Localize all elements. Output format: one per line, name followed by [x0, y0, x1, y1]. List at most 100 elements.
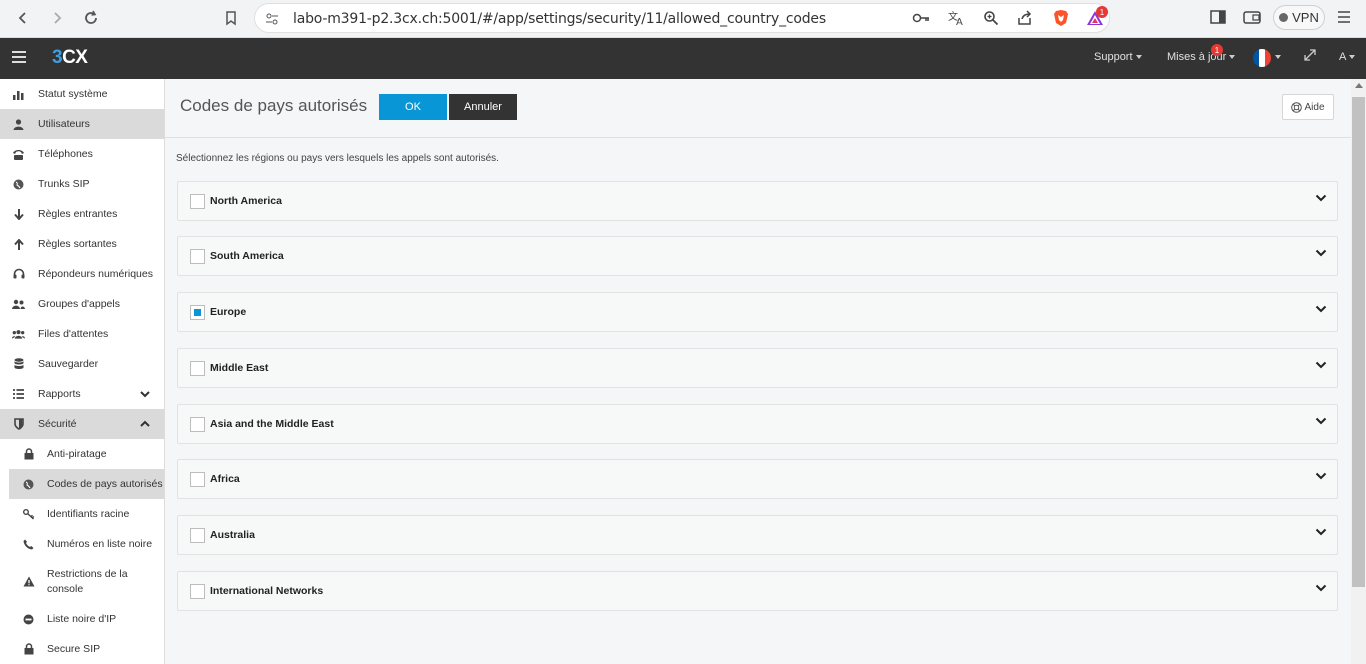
wallet-icon[interactable]: [1242, 7, 1262, 27]
sidebar-item-outbound-rules[interactable]: Règles sortantes: [0, 229, 164, 259]
french-flag-icon[interactable]: [1253, 49, 1271, 67]
arrow-down-icon: [12, 208, 25, 221]
help-label: Aide: [1304, 101, 1325, 113]
region-checkbox[interactable]: [190, 194, 205, 209]
translate-icon[interactable]: 文A: [947, 8, 967, 28]
site-settings-icon[interactable]: [265, 12, 279, 29]
region-asia-middle-east[interactable]: Asia and the Middle East: [177, 404, 1338, 444]
sidebar-item-queues[interactable]: Files d'attentes: [0, 319, 164, 349]
help-button[interactable]: Aide: [1282, 94, 1334, 120]
region-australia[interactable]: Australia: [177, 515, 1338, 555]
cancel-button[interactable]: Annuler: [449, 94, 517, 120]
chevron-down-icon: [140, 391, 150, 398]
ok-button[interactable]: OK: [379, 94, 447, 120]
region-international-networks[interactable]: International Networks: [177, 571, 1338, 611]
chevron-down-icon: [1229, 55, 1236, 60]
headset-icon: [12, 268, 25, 281]
svg-text:A: A: [956, 17, 963, 26]
chevron-down-icon: [1275, 55, 1281, 60]
region-europe[interactable]: Europe: [177, 292, 1338, 332]
user-menu[interactable]: A: [1339, 51, 1356, 63]
region-middle-east[interactable]: Middle East: [177, 348, 1338, 388]
scroll-up-icon[interactable]: [1355, 83, 1363, 88]
sidebar-item-reports[interactable]: Rapports: [0, 379, 164, 409]
region-checkbox[interactable]: [190, 584, 205, 599]
chevron-down-icon[interactable]: [1315, 304, 1327, 314]
updates-menu[interactable]: Mises à jour: [1167, 51, 1236, 63]
updates-badge: 1: [1211, 44, 1223, 56]
browser-menu-icon[interactable]: [1334, 7, 1354, 27]
address-bar[interactable]: labo-m391-p2.3cx.ch:5001/#/app/settings/…: [254, 3, 1110, 33]
user-icon: [12, 118, 25, 131]
chevron-down-icon[interactable]: [1315, 471, 1327, 481]
chevron-down-icon[interactable]: [1315, 193, 1327, 203]
region-checkbox[interactable]: [190, 472, 205, 487]
region-checkbox[interactable]: [190, 305, 205, 320]
bar-chart-icon: [12, 88, 25, 101]
lock-icon: [22, 643, 35, 656]
sidebar-item-users[interactable]: Utilisateurs: [0, 109, 164, 139]
sidebar-item-console-restrictions[interactable]: Restrictions de la console: [0, 559, 164, 604]
key-icon[interactable]: [911, 8, 931, 28]
region-checkbox[interactable]: [190, 417, 205, 432]
chevron-down-icon[interactable]: [1315, 360, 1327, 370]
region-south-america[interactable]: South America: [177, 236, 1338, 276]
support-menu[interactable]: Support: [1094, 51, 1142, 63]
sidebar-item-digital-receptionists[interactable]: Répondeurs numériques: [0, 259, 164, 289]
menu-toggle-icon[interactable]: [12, 51, 26, 65]
fullscreen-icon[interactable]: [1304, 49, 1316, 64]
chevron-down-icon[interactable]: [1315, 583, 1327, 593]
page-title: Codes de pays autorisés: [180, 96, 368, 115]
back-icon[interactable]: [12, 7, 34, 29]
sidebar-item-allowed-country-codes[interactable]: Codes de pays autorisés: [9, 469, 164, 499]
shield-icon: [12, 418, 25, 431]
region-africa[interactable]: Africa: [177, 459, 1338, 499]
vpn-button[interactable]: VPN: [1273, 5, 1325, 30]
vpn-label: VPN: [1292, 10, 1319, 25]
globe-icon: [12, 178, 25, 191]
browser-toolbar: labo-m391-p2.3cx.ch:5001/#/app/settings/…: [0, 0, 1366, 38]
bookmark-icon[interactable]: [220, 7, 242, 29]
database-icon: [12, 358, 25, 371]
region-checkbox[interactable]: [190, 528, 205, 543]
globe-icon: [22, 478, 35, 491]
chevron-down-icon[interactable]: [1315, 248, 1327, 258]
language-caret[interactable]: [1272, 51, 1281, 63]
sidebar-item-inbound-rules[interactable]: Règles entrantes: [0, 199, 164, 229]
lock-icon: [22, 448, 35, 461]
region-checkbox[interactable]: [190, 249, 205, 264]
chevron-up-icon: [140, 420, 150, 427]
url-text: labo-m391-p2.3cx.ch:5001/#/app/settings/…: [293, 11, 826, 27]
sidebar-item-secure-sip[interactable]: Secure SIP: [0, 634, 164, 664]
app-logo[interactable]: 3CX: [52, 47, 88, 69]
sidebar-item-phones[interactable]: Téléphones: [0, 139, 164, 169]
chevron-down-icon: [1349, 55, 1356, 60]
phone-icon: [22, 538, 35, 551]
list-icon: [12, 388, 25, 401]
sidebar-item-ip-blacklist[interactable]: Liste noire d'IP: [0, 604, 164, 634]
scroll-thumb[interactable]: [1352, 97, 1365, 587]
reload-icon[interactable]: [80, 7, 102, 29]
region-checkbox[interactable]: [190, 361, 205, 376]
brave-shield-icon[interactable]: [1051, 8, 1071, 28]
sidebar-item-sip-trunks[interactable]: Trunks SIP: [0, 169, 164, 199]
forward-icon[interactable]: [46, 7, 68, 29]
chevron-down-icon[interactable]: [1315, 527, 1327, 537]
sidebar-toggle-icon[interactable]: [1208, 7, 1228, 27]
rewards-badge: 1: [1096, 6, 1108, 18]
zoom-icon[interactable]: [981, 8, 1001, 28]
minus-circle-icon: [22, 613, 35, 626]
sidebar-item-security[interactable]: Sécurité: [0, 409, 164, 439]
vpn-status-icon: [1279, 13, 1289, 22]
page-scrollbar[interactable]: [1351, 79, 1366, 664]
sidebar-item-ring-groups[interactable]: Groupes d'appels: [0, 289, 164, 319]
chevron-down-icon[interactable]: [1315, 416, 1327, 426]
sidebar-item-backup[interactable]: Sauvegarder: [0, 349, 164, 379]
region-north-america[interactable]: North America: [177, 181, 1338, 221]
sidebar-item-blacklisted-numbers[interactable]: Numéros en liste noire: [0, 529, 164, 559]
sidebar-item-root-credentials[interactable]: Identifiants racine: [0, 499, 164, 529]
share-icon[interactable]: [1015, 8, 1035, 28]
page-header: Codes de pays autorisés OK Annuler Aide: [165, 79, 1351, 138]
sidebar-item-system-status[interactable]: Statut système: [0, 79, 164, 109]
sidebar-item-anti-hacking[interactable]: Anti-piratage: [0, 439, 164, 469]
